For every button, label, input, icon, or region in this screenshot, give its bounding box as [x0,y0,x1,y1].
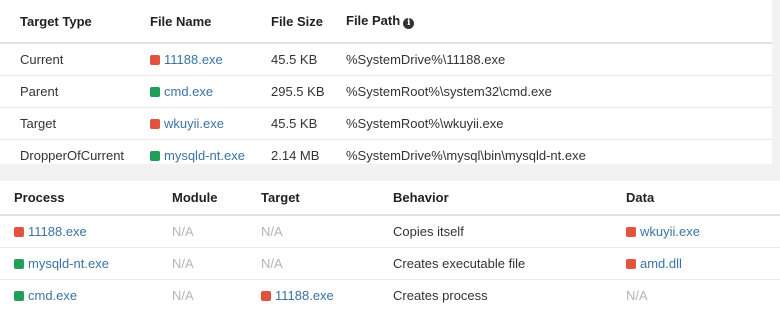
file-row-dropper: DropperOfCurrent mysqld-nt.exe 2.14 MB %… [0,139,772,171]
header-target: Target [261,181,393,216]
status-square-icon [626,227,636,237]
target-link[interactable]: 11188.exe [275,288,334,303]
file-details-table: Target Type File Name File Size File Pat… [0,0,772,171]
header-behavior: Behavior [393,181,626,216]
file-path-cell: %SystemDrive%\mysql\bin\mysqld-nt.exe [346,139,772,171]
header-file-path: File Path i [346,0,772,44]
behavior-cell: Copies itself [393,224,464,239]
module-cell: N/A [172,247,261,280]
file-row-parent: Parent cmd.exe 295.5 KB %SystemRoot%\sys… [0,75,772,108]
status-square-icon [261,291,271,301]
header-process: Process [0,181,172,216]
file-size-cell: 45.5 KB [271,52,318,67]
behavior-header-row: Process Module Target Behavior Data [0,181,780,216]
file-path-cell: %SystemRoot%\wkuyii.exe [346,107,772,140]
target-type-cell: Target [0,107,150,140]
data-link[interactable]: amd.dll [640,256,682,271]
data-link[interactable]: wkuyii.exe [640,224,700,239]
behavior-panel: Process Module Target Behavior Data 1118… [0,181,780,319]
behavior-row: mysqld-nt.exe N/A N/A Creates executable… [0,247,780,280]
file-path-cell: %SystemDrive%\11188.exe [346,52,506,67]
file-row-target: Target wkuyii.exe 45.5 KB %SystemRoot%\w… [0,107,772,140]
file-name-cell: 11188.exe [150,43,271,76]
target-cell: N/A [261,247,393,280]
behavior-row: cmd.exe N/A 11188.exe Creates process N/… [0,279,780,311]
module-cell: N/A [172,224,194,239]
target-type-cell: DropperOfCurrent [0,139,150,171]
status-square-icon [14,291,24,301]
target-cell: N/A [261,224,283,239]
process-link[interactable]: cmd.exe [28,288,77,303]
file-name-link[interactable]: mysqld-nt.exe [164,148,245,163]
process-cell: cmd.exe [0,279,172,311]
module-cell: N/A [172,279,261,311]
process-link[interactable]: mysqld-nt.exe [28,256,109,271]
file-name-cell: wkuyii.exe [150,107,271,140]
file-name-cell: mysqld-nt.exe [150,139,271,171]
header-file-name: File Name [150,0,271,44]
file-size-cell: 2.14 MB [271,139,346,171]
status-square-icon [14,227,24,237]
target-cell: 11188.exe [261,279,393,311]
behavior-row: 11188.exe N/A N/A Copies itself wkuyii.e… [0,215,780,248]
process-cell: mysqld-nt.exe [0,247,172,280]
file-name-link[interactable]: 11188.exe [164,52,223,67]
info-icon[interactable]: i [403,18,415,29]
file-details-header-row: Target Type File Name File Size File Pat… [0,0,772,44]
status-square-icon [150,55,160,65]
file-name-link[interactable]: cmd.exe [164,84,213,99]
target-type-cell: Current [20,52,64,67]
status-square-icon [150,87,160,97]
data-cell: wkuyii.exe [626,215,780,248]
process-cell: 11188.exe [0,215,172,248]
behavior-cell: Creates executable file [393,247,626,280]
header-file-path-label: File Path [346,13,401,28]
behavior-table: Process Module Target Behavior Data 1118… [0,181,780,311]
header-module: Module [172,181,261,216]
status-square-icon [150,151,160,161]
behavior-cell: Creates process [393,279,626,311]
status-square-icon [626,259,636,269]
status-square-icon [14,259,24,269]
file-size-cell: 45.5 KB [271,107,346,140]
header-target-type: Target Type [0,0,150,44]
file-row-current: Current 11188.exe 45.5 KB %SystemDrive%\… [0,43,772,76]
file-size-cell: 295.5 KB [271,75,346,108]
process-link[interactable]: 11188.exe [28,224,87,239]
file-path-cell: %SystemRoot%\system32\cmd.exe [346,75,772,108]
status-square-icon [150,119,160,129]
header-data: Data [626,181,780,216]
target-type-cell: Parent [0,75,150,108]
header-file-size: File Size [271,0,346,44]
file-name-link[interactable]: wkuyii.exe [164,116,224,131]
data-cell: N/A [626,279,780,311]
file-details-panel: Target Type File Name File Size File Pat… [0,0,772,171]
file-name-cell: cmd.exe [150,75,271,108]
data-cell: amd.dll [626,247,780,280]
